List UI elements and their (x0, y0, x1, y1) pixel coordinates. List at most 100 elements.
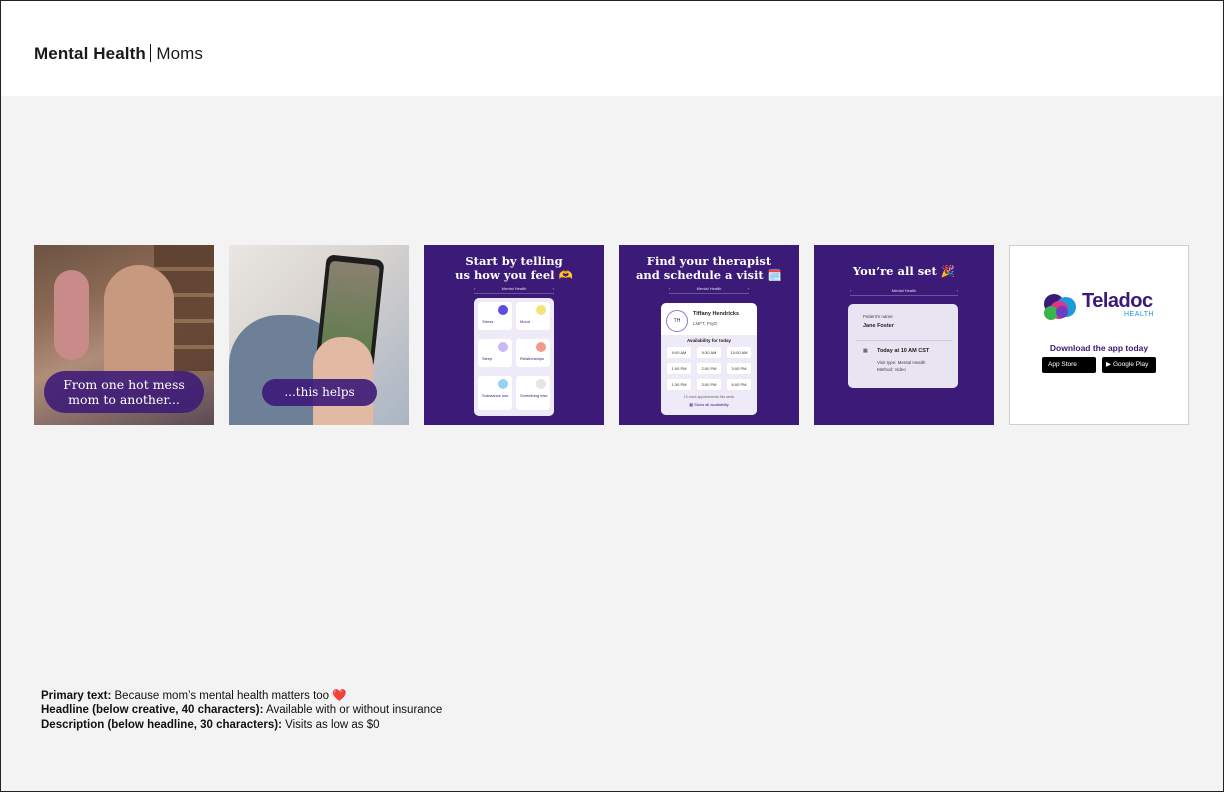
time-slot[interactable]: 1:00 PM (667, 363, 691, 374)
show-all-availability-link[interactable]: ▦ Show all availability (661, 402, 757, 407)
description-line: Description (below headline, 30 characte… (41, 719, 380, 731)
availability-panel: Availability for today 9:00 AM 9:30 AM 1… (661, 335, 757, 415)
description-label: Description (below headline, 30 characte… (41, 719, 282, 731)
title-bold: Mental Health (34, 44, 146, 63)
moon-icon (498, 342, 508, 352)
feeling-option: Relationships (516, 339, 550, 367)
title-rest: Moms (156, 44, 204, 63)
creative-tile-3[interactable]: Start by telling us how you feel 🫶 ‹ Men… (424, 245, 604, 425)
availability-label: Availability for today (686, 338, 732, 343)
feeling-option: Sleep (478, 339, 512, 367)
feelings-card: Stress Mood Sleep Relationships Substanc… (474, 298, 554, 416)
therapist-name: Tiffany Hendricks (693, 311, 740, 317)
tile-4-nav: ‹ Mental Health › (669, 284, 749, 294)
tile-1-caption-line1: From one hot mess (63, 377, 185, 392)
app-store-label: App Store (1048, 361, 1077, 368)
page-title: Mental Health Moms (34, 44, 203, 64)
play-icon: ▶ (1106, 361, 1111, 368)
more-appointments-note: 10 more appointments this week (683, 395, 735, 399)
feeling-option: Something else (516, 376, 550, 410)
tile-3-headline-line2: us how you feel 🫶 (455, 268, 573, 282)
divider (856, 340, 952, 341)
mom-figure-image (104, 265, 174, 385)
time-slot[interactable]: 10:00 AM (727, 347, 751, 358)
tile-3-nav-title: Mental Health (501, 286, 527, 291)
primary-text-value: Because mom’s mental health matters too … (114, 690, 347, 702)
tile-5-headline: You’re all set 🎉 (852, 264, 956, 278)
description-value: Visits as low as $0 (285, 719, 380, 731)
feeling-label: Something else (520, 393, 548, 398)
tile-5-nav-title: Mental Health (891, 288, 917, 293)
visit-method: Method: Video (877, 367, 906, 372)
header: Mental Health Moms (1, 1, 1223, 96)
time-slot[interactable]: 1:30 PM (667, 379, 691, 390)
time-slot[interactable]: 2:00 PM (697, 363, 721, 374)
confirmation-card: Patient’s name Jane Foster ▦ Today at 10… (848, 304, 958, 388)
therapist-card: TH Tiffany Hendricks LMFT, PsyD Availabi… (661, 303, 757, 415)
teladoc-wordmark: Teladoc (1082, 290, 1153, 312)
app-store-badge[interactable]: App Store (1042, 357, 1096, 373)
canvas (1, 96, 1223, 791)
tile-4-headline-line2: and schedule a visit 🗓️ (635, 268, 783, 282)
check-icon (498, 305, 508, 315)
feeling-label: Mood (520, 319, 531, 324)
creative-tile-5[interactable]: You’re all set 🎉 ‹ Mental Health › Patie… (814, 245, 994, 425)
teladoc-logo-icon (1044, 294, 1076, 320)
tile-1-caption: From one hot mess mom to another... (44, 371, 204, 413)
time-slot[interactable]: 9:30 AM (697, 347, 721, 358)
patient-name-label: Patient’s name (863, 314, 893, 319)
title-divider (149, 44, 152, 62)
appointment-time: Today at 10 AM CST (877, 348, 930, 354)
therapist-credentials: LMFT, PsyD (693, 321, 718, 326)
creative-tile-1[interactable]: From one hot mess mom to another... (34, 245, 214, 425)
headline-line: Headline (below creative, 40 characters)… (41, 704, 442, 716)
feeling-option: Mood (516, 302, 550, 330)
tile-5-nav: ‹ Mental Health › (850, 286, 958, 296)
chevron-left-icon: ‹ (850, 288, 852, 293)
primary-text-line: Primary text: Because mom’s mental healt… (41, 688, 347, 702)
chevron-left-icon: ‹ (669, 286, 671, 291)
tile-3-headline-line1: Start by telling (465, 254, 563, 268)
headline-label: Headline (below creative, 40 characters)… (41, 704, 264, 716)
creative-tile-4[interactable]: Find your therapist and schedule a visit… (619, 245, 799, 425)
umbrella-icon (498, 379, 508, 389)
chevron-right-icon: › (552, 286, 554, 291)
google-play-label: Google Play (1113, 361, 1149, 368)
creative-tile-2[interactable]: ...this helps (229, 245, 409, 425)
creative-tile-6[interactable]: Teladoc HEALTH Download the app today Ap… (1009, 245, 1189, 425)
feeling-option: Stress (478, 302, 512, 330)
time-slot[interactable]: 3:00 PM (697, 379, 721, 390)
feeling-label: Sleep (482, 356, 493, 361)
heart-icon (536, 342, 546, 352)
sun-icon (536, 305, 546, 315)
time-slot[interactable]: 3:00 PM (727, 363, 751, 374)
tile-1-caption-line2: mom to another... (68, 392, 180, 407)
tile-4-headline-line1: Find your therapist (646, 254, 772, 268)
time-slot[interactable]: 6:00 PM (727, 379, 751, 390)
tile-4-headline: Find your therapist and schedule a visit… (619, 254, 799, 282)
download-cta: Download the app today (1049, 343, 1149, 353)
feeling-label: Relationships (520, 356, 545, 361)
show-all-label: Show all availability (694, 402, 729, 407)
avatar: TH (666, 310, 688, 332)
tile-4-nav-title: Mental Health (696, 286, 722, 291)
primary-text-label: Primary text: (41, 690, 112, 702)
time-slot[interactable]: 9:00 AM (667, 347, 691, 358)
teladoc-health-label: HEALTH (1124, 311, 1155, 318)
feeling-label: Substance use (482, 393, 509, 398)
feeling-label: Stress (482, 319, 494, 324)
chevron-right-icon: › (956, 288, 958, 293)
tile-3-headline: Start by telling us how you feel 🫶 (424, 254, 604, 282)
patient-name: Jane Foster (863, 323, 894, 329)
chevron-right-icon: › (747, 286, 749, 291)
tile-2-caption: ...this helps (262, 379, 377, 406)
google-play-badge[interactable]: ▶ Google Play (1102, 357, 1156, 373)
tile-3-nav: ‹ Mental Health › (474, 284, 554, 294)
chevron-left-icon: ‹ (474, 286, 476, 291)
calendar-icon: ▦ (863, 348, 868, 354)
gear-icon (536, 379, 546, 389)
visit-type: Visit type: Mental Health (877, 360, 926, 365)
headline-value: Available with or without insurance (266, 704, 443, 716)
feeling-option: Substance use (478, 376, 512, 410)
child-figure-image (54, 270, 89, 360)
